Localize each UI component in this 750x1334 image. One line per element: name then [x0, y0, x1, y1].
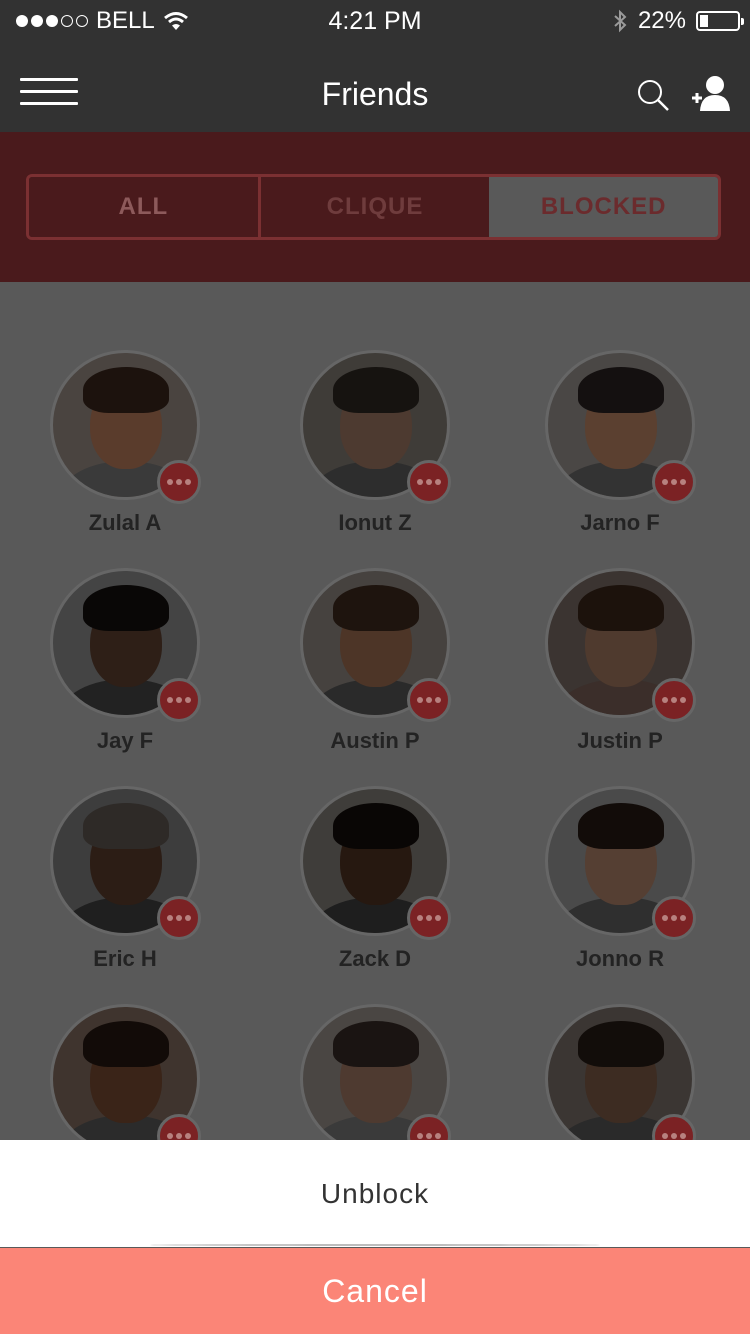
friend-item[interactable]: Jonno R	[520, 786, 720, 996]
friend-name: Justin P	[577, 728, 663, 753]
battery-percent: 22%	[637, 7, 686, 34]
friend-item[interactable]: Jay F	[25, 568, 225, 778]
cancel-button[interactable]: Cancel	[0, 1248, 750, 1334]
more-options-icon[interactable]	[407, 460, 451, 504]
more-options-icon[interactable]	[407, 678, 451, 722]
friend-item[interactable]: Zack D	[275, 786, 475, 996]
more-options-icon[interactable]	[652, 896, 696, 940]
search-icon[interactable]	[636, 78, 670, 112]
status-bar: BELL 4:21 PM 22%	[0, 0, 750, 40]
more-options-icon[interactable]	[157, 896, 201, 940]
tab-blocked[interactable]: BLOCKED	[489, 177, 718, 237]
friends-grid: Zulal A Ionut Z Jarno F Jay F Austin P Justin…	[0, 282, 750, 1182]
friend-item[interactable]: Austin P	[275, 568, 475, 778]
friend-name: Jarno F	[580, 510, 660, 535]
friend-name: Eric H	[93, 946, 157, 971]
friend-name: Jay F	[96, 728, 154, 753]
tab-all[interactable]: ALL	[29, 177, 261, 237]
add-friend-icon[interactable]	[690, 74, 732, 112]
status-right: 22%	[612, 7, 744, 35]
battery-fill	[700, 15, 708, 27]
friend-item[interactable]: Jarno F	[520, 350, 720, 560]
friend-name: Zack D	[338, 946, 412, 971]
unblock-button[interactable]: Unblock	[0, 1140, 750, 1247]
battery-icon	[696, 11, 744, 31]
friend-name: Austin P	[330, 728, 420, 753]
more-options-icon[interactable]	[652, 460, 696, 504]
filter-band: ALL CLIQUE BLOCKED	[0, 132, 750, 282]
bluetooth-icon	[614, 9, 627, 33]
friend-name: Ionut Z	[338, 510, 412, 535]
nav-bar: Friends	[0, 40, 750, 132]
more-options-icon[interactable]	[652, 678, 696, 722]
friend-item[interactable]: Eric H	[25, 786, 225, 996]
friend-name: Zulal A	[88, 510, 162, 535]
more-options-icon[interactable]	[157, 460, 201, 504]
friend-name: Jonno R	[576, 946, 664, 971]
friend-item[interactable]: Ionut Z	[275, 350, 475, 560]
friend-item[interactable]: Zulal A	[25, 350, 225, 560]
tab-clique[interactable]: CLIQUE	[260, 177, 490, 237]
friend-item[interactable]: Justin P	[520, 568, 720, 778]
more-options-icon[interactable]	[157, 678, 201, 722]
sheet-divider	[150, 1244, 600, 1246]
filter-segmented-control: ALL CLIQUE BLOCKED	[26, 174, 721, 240]
more-options-icon[interactable]	[407, 896, 451, 940]
